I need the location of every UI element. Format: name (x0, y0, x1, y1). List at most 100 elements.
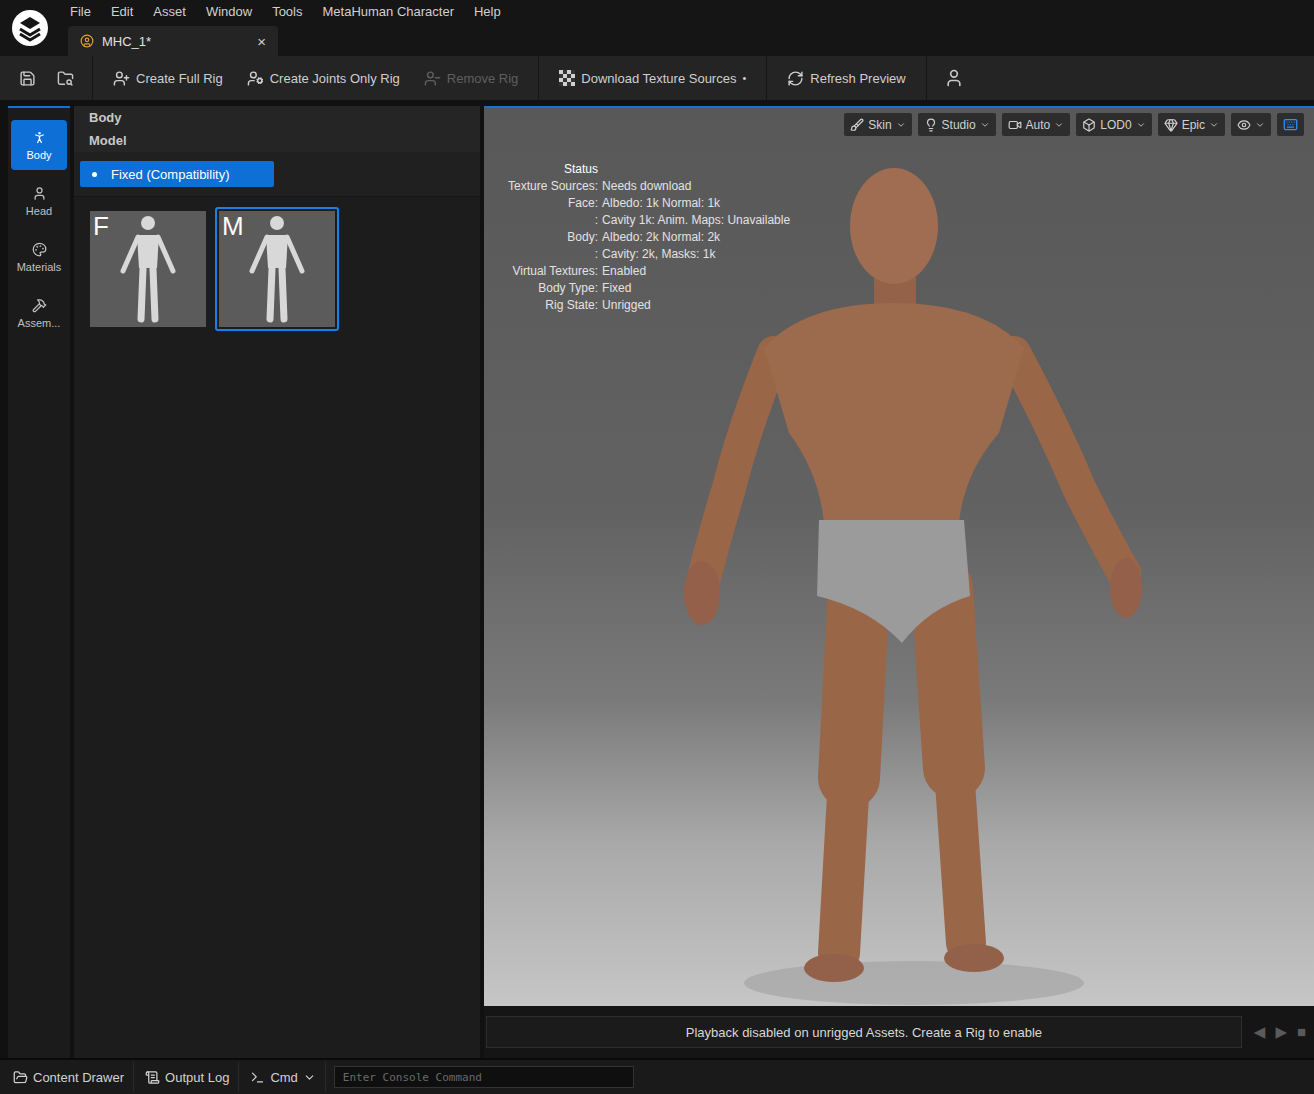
preset-label: M (222, 211, 244, 242)
status-label: Texture Sources: (508, 178, 598, 195)
account-button[interactable] (937, 62, 971, 94)
body-icon (32, 130, 47, 145)
sidebar-item[interactable]: Head (11, 176, 67, 226)
transport-button[interactable]: ◀ (1254, 1023, 1266, 1041)
model-option[interactable]: Fixed (Compatibility) (80, 161, 274, 187)
camera-icon (1008, 118, 1022, 132)
section-header[interactable]: Model (74, 129, 480, 152)
toolbar-button[interactable]: Remove Rig (414, 62, 529, 94)
chevron-down-icon (1136, 120, 1146, 130)
toolbar-separator (766, 56, 767, 100)
toolbar-button[interactable]: Download Texture Sources• (549, 62, 756, 94)
body-preset[interactable]: F (86, 207, 210, 331)
toolbar-button[interactable]: Create Full Rig (103, 62, 233, 94)
sidebar-item[interactable]: Materials (11, 232, 67, 282)
toolbar-separator (926, 56, 927, 100)
viewport-dropdown[interactable]: Auto (1002, 113, 1071, 136)
panel-title: Body (74, 106, 480, 129)
menu-item[interactable]: Edit (101, 4, 143, 19)
status-title: Status (508, 161, 598, 178)
brush-icon (850, 118, 864, 132)
sidebar-item[interactable]: Body (11, 120, 67, 170)
viewport-dropdown[interactable]: Epic (1158, 113, 1225, 136)
character-figure[interactable] (674, 168, 1154, 1006)
hammer-icon (32, 298, 47, 313)
status-label: Body: (508, 229, 598, 246)
user-icon (944, 68, 964, 88)
transport-button[interactable]: ▶ (1275, 1023, 1287, 1041)
checker-icon (559, 70, 575, 86)
toolbar-button[interactable]: Refresh Preview (777, 62, 915, 94)
eye-icon (1237, 118, 1251, 132)
preset-grid: FM (74, 197, 480, 341)
browse-icon (57, 70, 74, 87)
body-preset-icon (113, 213, 183, 325)
keyboard-icon (1283, 117, 1298, 132)
menu-item[interactable]: MetaHuman Character (312, 4, 464, 19)
body-preset-icon (242, 213, 312, 325)
status-value: Cavity: 2k, Masks: 1k (602, 246, 790, 263)
menu-item[interactable]: Tools (262, 4, 312, 19)
status-bar-button[interactable]: Output Log (136, 1062, 239, 1092)
status-overlay: StatusTexture Sources:Needs downloadFace… (508, 161, 790, 314)
document-tab[interactable]: MHC_1*× (68, 26, 278, 56)
toolbar: Create Full RigCreate Joints Only RigRem… (0, 56, 1314, 102)
body-preset[interactable]: M (215, 207, 339, 331)
refresh-icon (787, 70, 804, 87)
chevron-down-icon (1209, 120, 1219, 130)
menu-item[interactable]: Asset (143, 4, 196, 19)
status-value: Needs download (602, 178, 790, 195)
character-icon (80, 34, 94, 48)
status-label: Face: (508, 195, 598, 212)
viewport-dropdown[interactable]: LOD0 (1076, 113, 1151, 136)
status-bar-button[interactable]: Cmd (241, 1062, 325, 1092)
viewport-dropdown[interactable]: Studio (918, 113, 996, 136)
option-row: Fixed (Compatibility) (74, 152, 480, 197)
menu-item[interactable]: Help (464, 4, 511, 19)
app-logo-icon[interactable] (11, 9, 49, 47)
status-bar-button[interactable]: Content Drawer (4, 1062, 134, 1092)
materials-icon (32, 242, 47, 257)
menu-item[interactable]: Window (196, 4, 262, 19)
viewport-toolbar: Skin Studio AutoLOD0 Epic (844, 113, 1304, 136)
save-button[interactable] (10, 62, 44, 94)
drawer-icon (13, 1070, 28, 1085)
toolbar-badge: • (742, 72, 746, 84)
sidebar: Body Head Materials Assem... (8, 106, 70, 1058)
sidebar-item[interactable]: Assem... (11, 288, 67, 338)
head-icon (32, 186, 47, 201)
status-value: Albedo: 2k Normal: 2k (602, 229, 790, 246)
transport-button[interactable]: ■ (1297, 1023, 1306, 1041)
menu-bar: FileEditAssetWindowToolsMetaHuman Charac… (60, 0, 1314, 22)
main-area: BodyHeadMaterialsAssem...BodyModelFixed … (0, 102, 1314, 1058)
rig-icon (113, 70, 130, 87)
joints-icon (247, 70, 264, 87)
status-value: Enabled (602, 263, 790, 280)
keyboard-toggle[interactable] (1277, 113, 1304, 136)
body-panel: BodyModel Fixed (Compatibility) FM (74, 106, 480, 1058)
terminal-icon (250, 1070, 265, 1085)
status-value: Unrigged (602, 297, 790, 314)
tab-row: MHC_1*× (60, 22, 1314, 56)
status-label: : (508, 212, 598, 229)
chevron-down-icon (896, 120, 906, 130)
logo[interactable] (0, 0, 60, 56)
browse-button[interactable] (48, 62, 82, 94)
viewport-render[interactable]: StatusTexture Sources:Needs downloadFace… (484, 108, 1314, 1006)
viewport-dropdown[interactable]: Skin (844, 113, 911, 136)
chevron-down-icon (1054, 120, 1064, 130)
tab-close[interactable]: × (257, 33, 266, 50)
toolbar-button[interactable]: Create Joints Only Rig (237, 62, 410, 94)
toolbar-separator (92, 56, 93, 100)
title-area: FileEditAssetWindowToolsMetaHuman Charac… (0, 0, 1314, 56)
console-input[interactable] (334, 1066, 634, 1088)
status-value: Fixed (602, 280, 790, 297)
quality-icon (1164, 118, 1178, 132)
playback-bar: Playback disabled on unrigged Assets. Cr… (484, 1006, 1314, 1058)
visibility-dropdown[interactable] (1231, 113, 1271, 136)
light-icon (924, 118, 938, 132)
status-label: Body Type: (508, 280, 598, 297)
status-value: Albedo: 1k Normal: 1k (602, 195, 790, 212)
status-label: Virtual Textures: (508, 263, 598, 280)
menu-item[interactable]: File (60, 4, 101, 19)
